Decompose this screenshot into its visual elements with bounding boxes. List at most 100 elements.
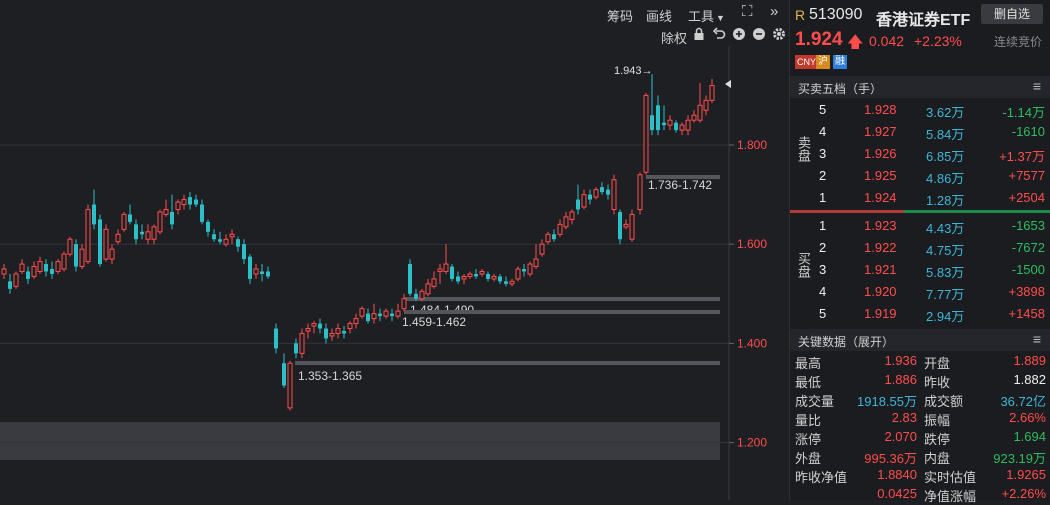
buy-volume: 7.77万 — [926, 287, 965, 302]
candle-body — [618, 211, 622, 240]
orderbook-header[interactable]: 买卖五档（手） ≡ — [790, 76, 1050, 98]
candle-body — [709, 84, 715, 101]
candle-body — [450, 266, 454, 279]
candle-body — [79, 248, 85, 268]
candle-body — [163, 208, 169, 215]
candle-body — [623, 223, 629, 228]
candle-body — [67, 238, 73, 255]
candle-body — [236, 239, 240, 247]
undo-icon[interactable] — [712, 27, 726, 44]
sell-volume: 3.62万 — [926, 105, 965, 120]
zoom-in-icon[interactable] — [732, 27, 746, 44]
sell-level-row[interactable]: 4 1.927 5.84万 -1610 — [790, 121, 1050, 143]
keydata-value: 1.694 — [1013, 429, 1046, 444]
keydata-label: 成交量 — [795, 394, 835, 409]
lock-icon[interactable] — [693, 27, 705, 44]
candle-body — [175, 201, 181, 210]
candle-body — [134, 224, 138, 240]
keydata-value: 1.936 — [884, 353, 917, 368]
candle-body — [576, 199, 580, 210]
zoom-out-icon[interactable] — [752, 27, 766, 44]
r-flag: R — [795, 7, 806, 23]
candle-body — [569, 211, 575, 220]
sell-level-row[interactable]: 1 1.924 1.28万 +2504 — [790, 187, 1050, 209]
candle-body — [260, 271, 264, 274]
candle-body — [74, 244, 78, 267]
keydata-value: 1918.55万 — [857, 394, 917, 409]
candle-body — [545, 233, 551, 243]
candle-body — [61, 253, 67, 270]
kline-chart-panel[interactable]: 1.8001.6001.4001.2001.736-1.7421.484-1.4… — [0, 0, 789, 500]
buy-level-row[interactable]: 5 1.919 2.94万 +1458 — [790, 303, 1050, 325]
keydata-label: 涨停 — [795, 432, 822, 447]
kline-chart[interactable]: 1.8001.6001.4001.2001.736-1.7421.484-1.4… — [0, 0, 789, 500]
candle-body — [13, 273, 19, 287]
candle-body — [347, 323, 353, 330]
stock-code: 513090 — [809, 6, 863, 23]
buy-level-row[interactable]: 3 1.921 5.83万 -1500 — [790, 259, 1050, 281]
keydata-label: 最低 — [795, 375, 822, 390]
candle-body — [662, 122, 666, 126]
candle-body — [200, 204, 204, 222]
chip-distribution-button[interactable]: 筹码 — [607, 6, 633, 25]
buy-level-row[interactable]: 1 1.923 4.43万 -1653 — [790, 215, 1050, 237]
candle-body — [522, 269, 526, 272]
keydata-label: 成交额 — [924, 394, 964, 409]
buy-level-row[interactable]: 2 1.922 4.75万 -7672 — [790, 237, 1050, 259]
sell-book: 5 1.928 3.62万 -1.14万 4 1.927 5.84万 -1610 3 1.926 6… — [790, 99, 1050, 211]
keydata-title: 关键数据（展开） — [798, 335, 895, 349]
menu-icon[interactable]: ≡ — [1033, 78, 1041, 94]
tools-menu-button[interactable]: 工具 ▼ — [688, 6, 725, 25]
draw-line-button[interactable]: 画线 — [646, 6, 672, 25]
candle-body — [140, 231, 144, 235]
candle-body — [431, 278, 437, 287]
support-zone-label: 1.353-1.365 — [298, 369, 362, 383]
sell-volume: 5.84万 — [926, 127, 965, 142]
candle-body — [691, 114, 697, 121]
candle-body — [390, 313, 394, 317]
fullscreen-icon[interactable]: ⛶ — [742, 3, 753, 20]
candle-body — [467, 273, 473, 277]
candle-body — [656, 105, 660, 131]
candle-body — [491, 275, 497, 280]
candle-body — [92, 204, 96, 225]
gear-icon[interactable] — [772, 27, 786, 44]
remove-watchlist-button[interactable]: 删自选 — [981, 4, 1043, 24]
keydata-value: +2.26% — [1001, 486, 1046, 501]
keydata-value: 1.886 — [884, 372, 917, 387]
candle-body — [128, 214, 132, 222]
candle-body — [474, 273, 478, 277]
ex-rights-button[interactable]: 除权 — [661, 28, 687, 47]
buy-price: 1.923 — [864, 218, 897, 233]
candle-body — [342, 331, 346, 334]
keydata-value: 2.83 — [891, 410, 917, 425]
caret-down-icon: ▼ — [716, 13, 725, 23]
keydata-value: 2.070 — [884, 429, 917, 444]
sell-side-text: 卖盘 — [796, 136, 811, 162]
candle-body — [581, 194, 587, 208]
candle-body — [509, 280, 515, 285]
candle-body — [218, 239, 222, 242]
candle-body — [486, 273, 490, 279]
candle-body — [266, 271, 270, 277]
menu-icon[interactable]: ≡ — [1033, 331, 1041, 347]
last-price: 1.924 — [795, 29, 843, 50]
buy-level-row[interactable]: 4 1.920 7.77万 +3898 — [790, 281, 1050, 303]
chart-toolbar: 筹码 画线 工具 ▼ ⛶ » — [0, 0, 789, 26]
keydata-value: 923.19万 — [993, 451, 1046, 466]
candle-body — [629, 213, 635, 240]
buy-volume-change: -1653 — [1011, 218, 1045, 233]
sell-level-row[interactable]: 2 1.925 4.86万 +7577 — [790, 165, 1050, 187]
buy-volume: 4.43万 — [926, 221, 965, 236]
stock-name: 香港证券ETF — [876, 12, 971, 29]
double-chevron-right-icon[interactable]: » — [770, 3, 778, 20]
candle-body — [395, 310, 401, 317]
sell-level-row[interactable]: 5 1.928 3.62万 -1.14万 — [790, 99, 1050, 121]
candle-body — [383, 310, 389, 317]
candle-body — [593, 189, 599, 198]
buy-price: 1.921 — [864, 262, 897, 277]
candle-body — [318, 323, 322, 329]
candle-body — [26, 271, 30, 279]
sell-level-row[interactable]: 3 1.926 6.85万 +1.37万 — [790, 143, 1050, 165]
keydata-header[interactable]: 关键数据（展开） ≡ — [790, 329, 1050, 351]
